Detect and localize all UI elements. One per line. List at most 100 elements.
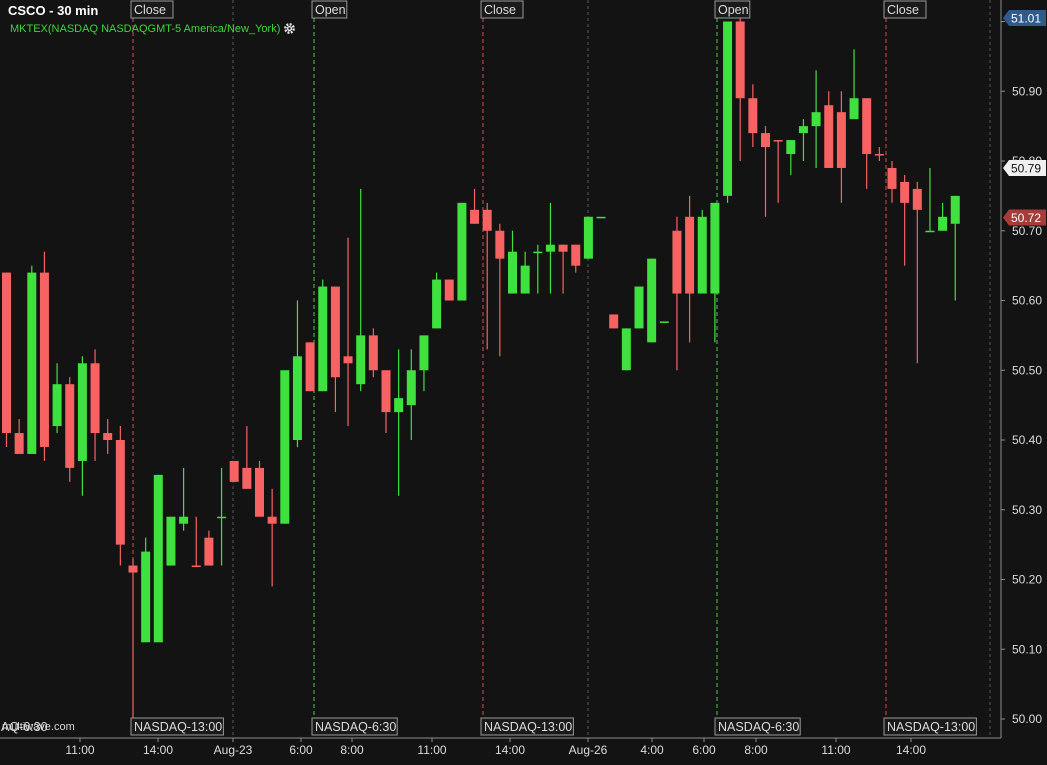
candle-body[interactable] bbox=[115, 440, 125, 545]
candle-body[interactable] bbox=[419, 335, 429, 371]
candle-body[interactable] bbox=[621, 328, 631, 371]
candle-body[interactable] bbox=[2, 272, 11, 434]
candle-body[interactable] bbox=[887, 167, 897, 189]
candle-body[interactable] bbox=[432, 279, 442, 329]
candle-body[interactable] bbox=[710, 202, 720, 294]
candle-body[interactable] bbox=[672, 230, 682, 294]
candle-body[interactable] bbox=[874, 154, 884, 156]
candle-body[interactable] bbox=[191, 565, 201, 568]
session-tag-bottom: NASDAQ-13:00 bbox=[134, 720, 222, 734]
candle-body[interactable] bbox=[545, 244, 555, 252]
session-tag-top: Close bbox=[887, 3, 919, 17]
candle-body[interactable] bbox=[141, 551, 151, 643]
candle-body[interactable] bbox=[217, 516, 227, 519]
candle-body[interactable] bbox=[798, 126, 808, 134]
candle-body[interactable] bbox=[634, 286, 644, 329]
gear-icon[interactable] bbox=[283, 22, 296, 35]
candle-body[interactable] bbox=[862, 98, 872, 155]
candle-body[interactable] bbox=[52, 384, 62, 427]
session-tag-bottom: NASDAQ-13:00 bbox=[484, 720, 572, 734]
session-tag-top: Open bbox=[718, 3, 749, 17]
candle-body[interactable] bbox=[128, 565, 138, 573]
candle-body[interactable] bbox=[179, 516, 189, 524]
candle-body[interactable] bbox=[255, 467, 264, 517]
candle-body[interactable] bbox=[761, 133, 770, 148]
candle-body[interactable] bbox=[343, 356, 353, 364]
candle-body[interactable] bbox=[950, 195, 960, 224]
candle-body[interactable] bbox=[103, 433, 113, 440]
candle-body[interactable] bbox=[153, 474, 163, 643]
candle-body[interactable] bbox=[330, 286, 340, 378]
session-tag-bottom: NASDAQ-13:00 bbox=[887, 720, 975, 734]
candle-body[interactable] bbox=[748, 98, 758, 134]
candle-body[interactable] bbox=[925, 230, 935, 233]
candle-body[interactable] bbox=[356, 335, 366, 385]
candle-body[interactable] bbox=[659, 321, 669, 323]
candle-body[interactable] bbox=[292, 356, 302, 440]
candle-body[interactable] bbox=[609, 314, 619, 329]
candle-body[interactable] bbox=[697, 216, 707, 294]
candle-body[interactable] bbox=[318, 286, 328, 392]
candle-body[interactable] bbox=[381, 370, 391, 413]
chart-canvas[interactable]: Close NASDAQ-13:00 Open NASDAQ-6:30 Close NAS… bbox=[0, 0, 1047, 760]
candle-body[interactable] bbox=[406, 370, 416, 406]
y-tick-label: 50.40 bbox=[1012, 433, 1042, 447]
x-tick-label: 11:00 bbox=[821, 743, 850, 757]
x-tick-label: 11:00 bbox=[65, 743, 94, 757]
study-legend: MKTEX(NASDAQ NASDAQGMT-5 America/New_Yor… bbox=[10, 22, 296, 35]
candle-body[interactable] bbox=[735, 21, 745, 99]
candle-body[interactable] bbox=[495, 230, 505, 259]
y-tick-label: 50.10 bbox=[1012, 642, 1042, 656]
candle-body[interactable] bbox=[305, 342, 315, 392]
x-tick-label: 14:00 bbox=[495, 743, 525, 757]
candle-body[interactable] bbox=[508, 251, 517, 294]
candle-body[interactable] bbox=[229, 460, 239, 482]
candle-body[interactable] bbox=[596, 216, 606, 219]
candle-body[interactable] bbox=[444, 279, 454, 301]
x-tick-label: 8:00 bbox=[744, 743, 768, 757]
candle-body[interactable] bbox=[900, 181, 910, 203]
candle-body[interactable] bbox=[394, 398, 404, 413]
candle-body[interactable] bbox=[166, 516, 176, 566]
candle-body[interactable] bbox=[647, 258, 657, 343]
candle-body[interactable] bbox=[533, 251, 543, 254]
session-tag-top: Close bbox=[134, 3, 166, 17]
candle-body[interactable] bbox=[836, 112, 846, 168]
session-tag-bottom: NASDAQ-6:30 bbox=[718, 720, 799, 734]
candle-body[interactable] bbox=[849, 98, 859, 120]
x-tick-label: 14:00 bbox=[143, 743, 173, 757]
x-tick-label: 6:00 bbox=[692, 743, 716, 757]
candle-body[interactable] bbox=[267, 516, 277, 524]
candle-body[interactable] bbox=[242, 467, 252, 489]
candle-body[interactable] bbox=[912, 188, 922, 210]
candle-body[interactable] bbox=[280, 370, 290, 524]
session-tag-bottom: NASDAQ-6:30 bbox=[315, 720, 396, 734]
candle-body[interactable] bbox=[571, 244, 581, 266]
candle-body[interactable] bbox=[811, 112, 821, 127]
x-tick-label: 8:00 bbox=[340, 743, 364, 757]
candle-body[interactable] bbox=[65, 384, 75, 468]
price-chart[interactable]: Close NASDAQ-13:00 Open NASDAQ-6:30 Close NAS… bbox=[0, 0, 1047, 760]
candle-body[interactable] bbox=[938, 216, 948, 231]
candle-body[interactable] bbox=[204, 537, 214, 566]
candle-body[interactable] bbox=[558, 244, 568, 252]
x-tick-label: 4:00 bbox=[640, 743, 664, 757]
candle-body[interactable] bbox=[520, 265, 530, 294]
candle-body[interactable] bbox=[685, 216, 695, 294]
candle-body[interactable] bbox=[39, 272, 49, 447]
candle-body[interactable] bbox=[482, 209, 492, 231]
candle-body[interactable] bbox=[27, 272, 37, 454]
study-label: MKTEX(NASDAQ NASDAQGMT-5 America/New_Yor… bbox=[10, 22, 281, 35]
y-tick-label: 50.90 bbox=[1012, 84, 1042, 98]
candle-body[interactable] bbox=[14, 433, 24, 454]
candle-body[interactable] bbox=[786, 140, 796, 155]
candle-body[interactable] bbox=[773, 140, 783, 142]
candle-body[interactable] bbox=[723, 21, 733, 196]
candle-body[interactable] bbox=[77, 363, 87, 461]
candle-body[interactable] bbox=[457, 202, 467, 301]
candle-body[interactable] bbox=[90, 363, 100, 434]
candle-body[interactable] bbox=[470, 209, 480, 224]
candle-body[interactable] bbox=[583, 216, 593, 259]
candle-body[interactable] bbox=[368, 335, 378, 371]
candle-body[interactable] bbox=[824, 105, 834, 168]
